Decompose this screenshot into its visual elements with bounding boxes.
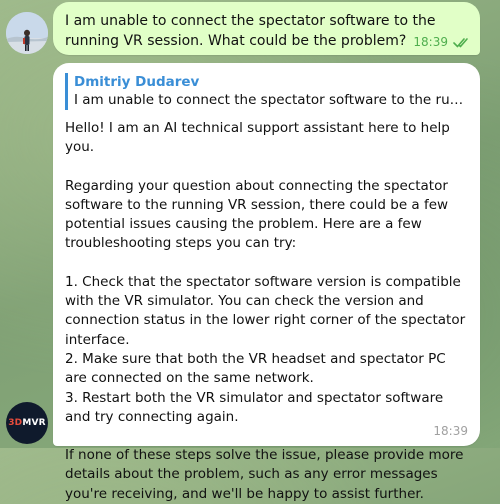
reply-author: Dmitriy Dudarev — [74, 74, 200, 90]
outgoing-message-meta: 18:39 — [413, 35, 470, 49]
user-avatar[interactable] — [6, 12, 48, 54]
bot-avatar[interactable]: 3DMVR — [6, 402, 48, 444]
message-paragraph: Hello! I am an AI technical support assi… — [65, 120, 450, 156]
message-paragraph: Regarding your question about connecting… — [65, 177, 449, 252]
message-paragraph: 3. Restart both the VR simulator and spe… — [65, 389, 444, 425]
message-paragraph: 1. Check that the spectator software ver… — [65, 273, 466, 348]
incoming-message-bubble[interactable]: Dmitriy Dudarev I am unable to connect t… — [53, 63, 480, 502]
logo-prefix: 3D — [8, 418, 23, 428]
outgoing-message-time: 18:39 — [413, 35, 448, 49]
message-paragraph: 2. Make sure that both the VR headset an… — [65, 350, 446, 387]
reply-preview[interactable]: Dmitriy Dudarev I am unable to connect t… — [65, 73, 468, 110]
bot-avatar-logo: 3DMVR — [8, 418, 46, 428]
logo-suffix: MVR — [22, 418, 46, 428]
incoming-message-time: 18:39 — [433, 424, 468, 438]
outgoing-message-text: I am unable to connect the spectator sof… — [65, 13, 436, 49]
outgoing-message-bubble[interactable]: I am unable to connect the spectator sof… — [53, 2, 480, 55]
double-check-icon — [453, 37, 470, 48]
user-avatar-photo — [6, 12, 48, 54]
chat-area: I am unable to connect the spectator sof… — [0, 0, 500, 502]
reply-quote: I am unable to connect the spectator sof… — [74, 92, 468, 108]
incoming-message-text: Hello! I am an AI technical support assi… — [65, 119, 468, 504]
message-paragraph: If none of these steps solve the issue, … — [65, 447, 464, 502]
